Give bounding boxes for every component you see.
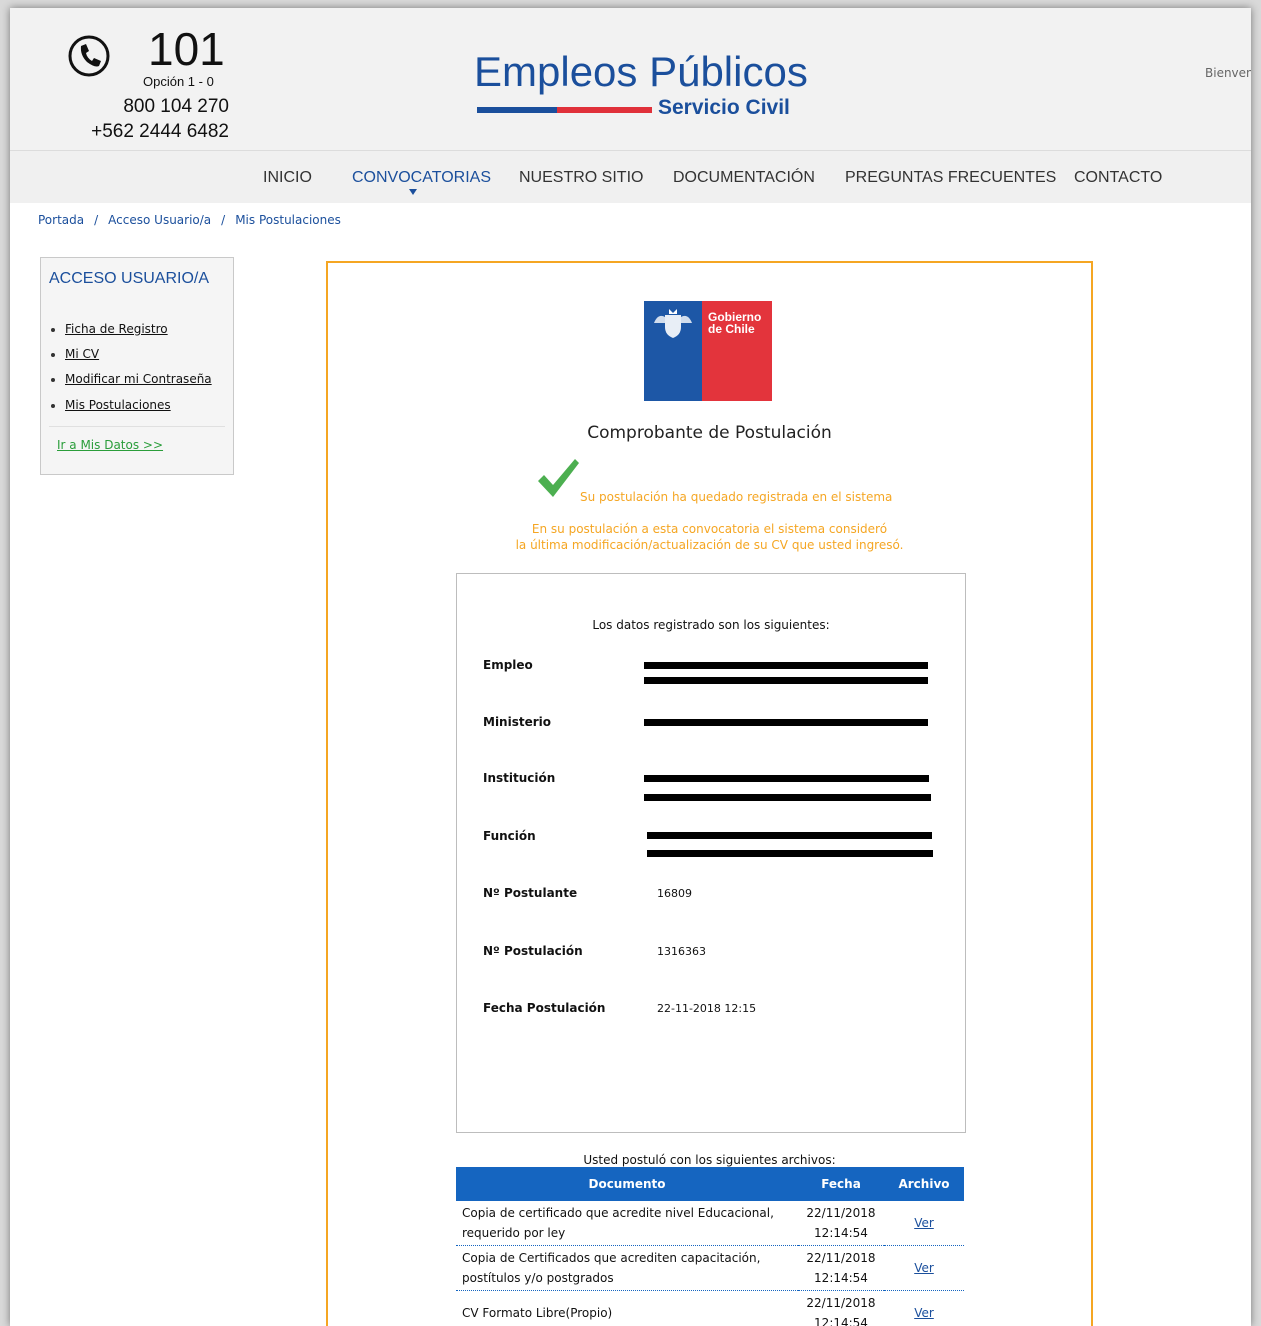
files-table: Documento Fecha Archivo Copia de certifi… [456,1167,964,1326]
label-postulante: Nº Postulante [483,886,578,900]
redaction-bar [647,850,933,857]
value-postulacion: 1316363 [657,945,706,958]
breadcrumb-acceso-usuario[interactable]: Acceso Usuario/a [108,213,211,227]
sidebar-item-mis-postulaciones[interactable]: Mis Postulaciones [51,398,171,412]
breadcrumb-portada[interactable]: Portada [38,213,84,227]
helpline-number: 101 [148,23,225,75]
sidebar-item-ficha-registro[interactable]: Ficha de Registro [51,322,168,336]
breadcrumb-separator: / [94,213,99,227]
ver-file-link[interactable]: Ver [884,1245,964,1291]
main-nav: INICIO CONVOCATORIAS NUESTRO SITIO DOCUM… [10,150,1251,203]
redaction-bar [644,719,928,726]
data-heading: Los datos registrado son los siguientes: [592,618,830,632]
sidebar-divider [49,426,225,427]
label-funcion: Función [483,829,536,843]
nav-item-preguntas-frecuentes[interactable]: PREGUNTAS FRECUENTES [845,169,1056,187]
phone-line-1: 800 104 270 [123,96,229,117]
redaction-bar [644,677,928,684]
bullet-icon [51,327,55,332]
bullet-icon [51,377,55,382]
screenshot-frame: 101 Opción 1 - 0 800 104 270 +562 2444 6… [0,0,1261,1326]
redaction-bar [644,794,931,801]
browser-page: 101 Opción 1 - 0 800 104 270 +562 2444 6… [10,8,1251,1326]
column-header-archivo: Archivo [884,1167,964,1201]
label-institucion: Institución [483,771,556,785]
sidebar-item-mi-cv[interactable]: Mi CV [51,347,99,361]
site-header: 101 Opción 1 - 0 800 104 270 +562 2444 6… [10,8,1251,150]
label-postulacion: Nº Postulación [483,944,583,958]
gobierno-logo-text: Gobierno de Chile [708,311,761,335]
cell-fecha: 22/11/2018 12:14:54 [798,1201,884,1246]
redaction-bar [647,832,932,839]
nav-item-nuestro-sitio[interactable]: NUESTRO SITIO [519,169,643,187]
cell-fecha: 22/11/2018 12:14:54 [798,1290,884,1326]
redaction-bar [644,775,929,782]
sidebar-item-label[interactable]: Mi CV [65,347,99,361]
checkmark-icon [538,459,579,497]
success-message: Su postulación ha quedado registrada en … [580,490,893,504]
cell-documento: CV Formato Libre(Propio) [456,1290,798,1326]
bullet-icon [51,403,55,408]
column-header-fecha: Fecha [798,1167,884,1201]
value-postulante: 16809 [657,887,692,900]
value-fecha-postulacion: 22-11-2018 12:15 [657,1002,757,1015]
table-row: Copia de Certificados que acrediten capa… [456,1245,964,1291]
phone-icon [68,35,110,77]
label-empleo: Empleo [483,658,533,672]
cell-documento: Copia de certificado que acredite nivel … [456,1201,798,1246]
nav-item-documentacion[interactable]: DOCUMENTACIÓN [673,169,815,187]
files-title: Usted postuló con los siguientes archivo… [583,1153,836,1167]
user-access-sidebar: ACCESO USUARIO/A Ficha de Registro Mi CV… [40,257,234,475]
sidebar-item-label[interactable]: Mis Postulaciones [65,398,171,412]
chile-coat-of-arms-icon [654,309,692,338]
registered-data-box: Los datos registrado son los siguientes:… [456,573,966,1133]
receipt-title: Comprobante de Postulación [587,423,832,443]
helpline-option: Opción 1 - 0 [143,74,214,89]
bullet-icon [51,352,55,357]
label-fecha-postulacion: Fecha Postulación [483,1001,606,1015]
cv-info-line-1: En su postulación a esta convocatoria el… [531,522,888,536]
breadcrumb-mis-postulaciones[interactable]: Mis Postulaciones [235,213,341,227]
table-row: Copia de certificado que acredite nivel … [456,1201,964,1246]
table-header-row: Documento Fecha Archivo [456,1167,964,1201]
breadcrumb-separator: / [221,213,226,227]
ver-file-link[interactable]: Ver [884,1290,964,1326]
nav-item-convocatorias[interactable]: CONVOCATORIAS [352,169,491,187]
gobierno-de-chile-logo: Gobierno de Chile [644,301,772,401]
application-receipt-card: Gobierno de Chile Comprobante de Postulac… [326,261,1093,1326]
phone-line-2: +562 2444 6482 [91,121,229,142]
cv-info-message: En su postulación a esta convocatoria el… [328,521,1091,553]
nav-active-caret-icon [409,189,417,195]
cell-fecha: 22/11/2018 12:14:54 [798,1245,884,1291]
sidebar-item-modificar-contrasena[interactable]: Modificar mi Contraseña [51,372,212,386]
ir-a-mis-datos-link[interactable]: Ir a Mis Datos >> [57,438,163,452]
label-ministerio: Ministerio [483,715,552,729]
ver-file-link[interactable]: Ver [884,1201,964,1246]
welcome-text: Bienven [1205,66,1251,80]
nav-item-contacto[interactable]: CONTACTO [1074,169,1162,187]
gobierno-logo-line-2: de Chile [708,322,755,336]
sidebar-item-label[interactable]: Modificar mi Contraseña [65,372,212,386]
column-header-documento: Documento [456,1167,798,1201]
cv-info-line-2: la última modificación/actualización de … [515,538,904,552]
site-logo-title[interactable]: Empleos Públicos [474,48,808,96]
sidebar-title: ACCESO USUARIO/A [49,270,210,287]
logo-bar-blue [477,107,557,113]
site-logo-subtitle: Servicio Civil [658,96,790,119]
redaction-bar [644,662,928,669]
cell-documento: Copia de Certificados que acrediten capa… [456,1245,798,1291]
sidebar-item-label[interactable]: Ficha de Registro [65,322,168,336]
logo-bar-red [557,107,652,113]
breadcrumb: Portada / Acceso Usuario/a / Mis Postulacion… [38,213,341,227]
table-row: CV Formato Libre(Propio) 22/11/2018 12:1… [456,1290,964,1326]
nav-item-inicio[interactable]: INICIO [263,169,312,187]
